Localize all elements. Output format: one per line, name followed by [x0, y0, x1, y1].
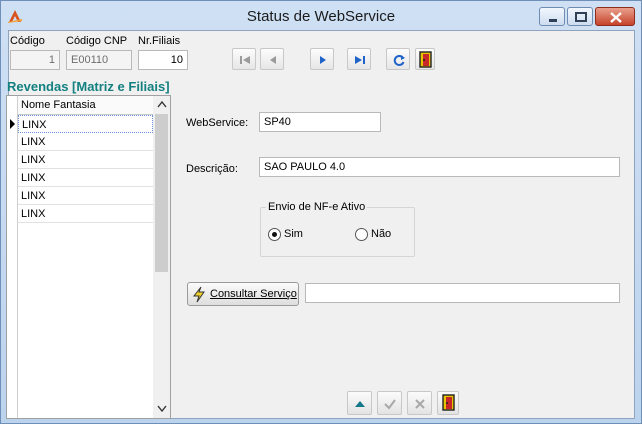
nfe-ativo-group: Envio de NF-e Ativo Sim Não: [260, 201, 415, 257]
close-form-button[interactable]: [437, 391, 459, 415]
exit-door-icon: [442, 394, 455, 411]
vertical-scrollbar[interactable]: [153, 96, 170, 418]
current-row-indicator-icon: [10, 119, 15, 129]
nr-filiais-label: Nr.Filiais: [138, 35, 181, 47]
checkmark-icon: [384, 399, 396, 410]
confirm-button[interactable]: [377, 391, 402, 415]
descricao-field[interactable]: SAO PAULO 4.0: [259, 157, 620, 177]
post-up-button[interactable]: [347, 391, 372, 415]
scrollbar-thumb[interactable]: [155, 114, 168, 272]
form-client-area: Código 1 Código CNP E00110 Nr.Filiais 10…: [6, 30, 635, 419]
close-icon: [610, 12, 622, 23]
cancel-button[interactable]: [407, 391, 432, 415]
first-icon: [240, 56, 250, 64]
revendas-grid[interactable]: Nome Fantasia LINX LINX LINX LINX LINX L…: [6, 95, 171, 419]
maximize-button[interactable]: [567, 7, 593, 26]
maximize-icon: [575, 12, 587, 22]
exit-door-icon: [419, 51, 432, 68]
prior-record-button[interactable]: [260, 48, 284, 70]
first-record-button[interactable]: [232, 48, 256, 70]
title-bar: Status de WebService: [1, 1, 641, 31]
table-row[interactable]: LINX: [18, 205, 153, 223]
prior-icon: [270, 56, 276, 64]
last-record-button[interactable]: [347, 48, 371, 70]
consultar-servico-button[interactable]: Consultar Serviço: [187, 282, 299, 306]
consultar-servico-label: Consultar Serviço: [210, 288, 297, 300]
last-icon: [355, 56, 365, 64]
table-row[interactable]: LINX: [18, 115, 153, 133]
scroll-down-icon[interactable]: [157, 405, 167, 413]
exit-button[interactable]: [415, 48, 435, 70]
lightning-icon: [192, 286, 205, 303]
refresh-icon: [393, 55, 405, 66]
table-row[interactable]: LINX: [18, 151, 153, 169]
sim-radio-label[interactable]: Sim: [284, 228, 303, 240]
webservice-label: WebService:: [186, 117, 249, 129]
x-cancel-icon: [415, 399, 425, 409]
next-record-button[interactable]: [310, 48, 334, 70]
webservice-field[interactable]: SP40: [259, 112, 381, 132]
codigo-cnp-label: Código CNP: [66, 35, 128, 47]
nfe-ativo-group-label: Envio de NF-e Ativo: [266, 201, 368, 213]
descricao-label: Descrição:: [186, 163, 238, 175]
table-row[interactable]: LINX: [18, 187, 153, 205]
table-row[interactable]: LINX: [18, 133, 153, 151]
codigo-field[interactable]: 1: [10, 50, 60, 70]
minimize-button[interactable]: [539, 7, 565, 26]
row-indicator-column: [7, 96, 18, 418]
consultar-result-field[interactable]: [305, 283, 620, 303]
nao-radio-label[interactable]: Não: [371, 228, 391, 240]
scroll-up-icon[interactable]: [157, 100, 167, 108]
revendas-section-title: Revendas [Matriz e Filiais]: [7, 79, 170, 94]
refresh-button[interactable]: [386, 48, 410, 70]
nao-radio[interactable]: [355, 228, 368, 241]
next-icon: [320, 56, 326, 64]
column-header-nome-fantasia[interactable]: Nome Fantasia: [18, 96, 153, 115]
triangle-up-icon: [355, 401, 365, 407]
codigo-cnp-field[interactable]: E00110: [66, 50, 132, 70]
table-row[interactable]: LINX: [18, 169, 153, 187]
nr-filiais-field[interactable]: 10: [138, 50, 188, 70]
close-button[interactable]: [595, 7, 635, 26]
codigo-label: Código: [10, 35, 45, 47]
main-window: Status de WebService Código 1 Código CNP…: [0, 0, 642, 424]
minimize-icon: [549, 19, 557, 22]
sim-radio[interactable]: [268, 228, 281, 241]
